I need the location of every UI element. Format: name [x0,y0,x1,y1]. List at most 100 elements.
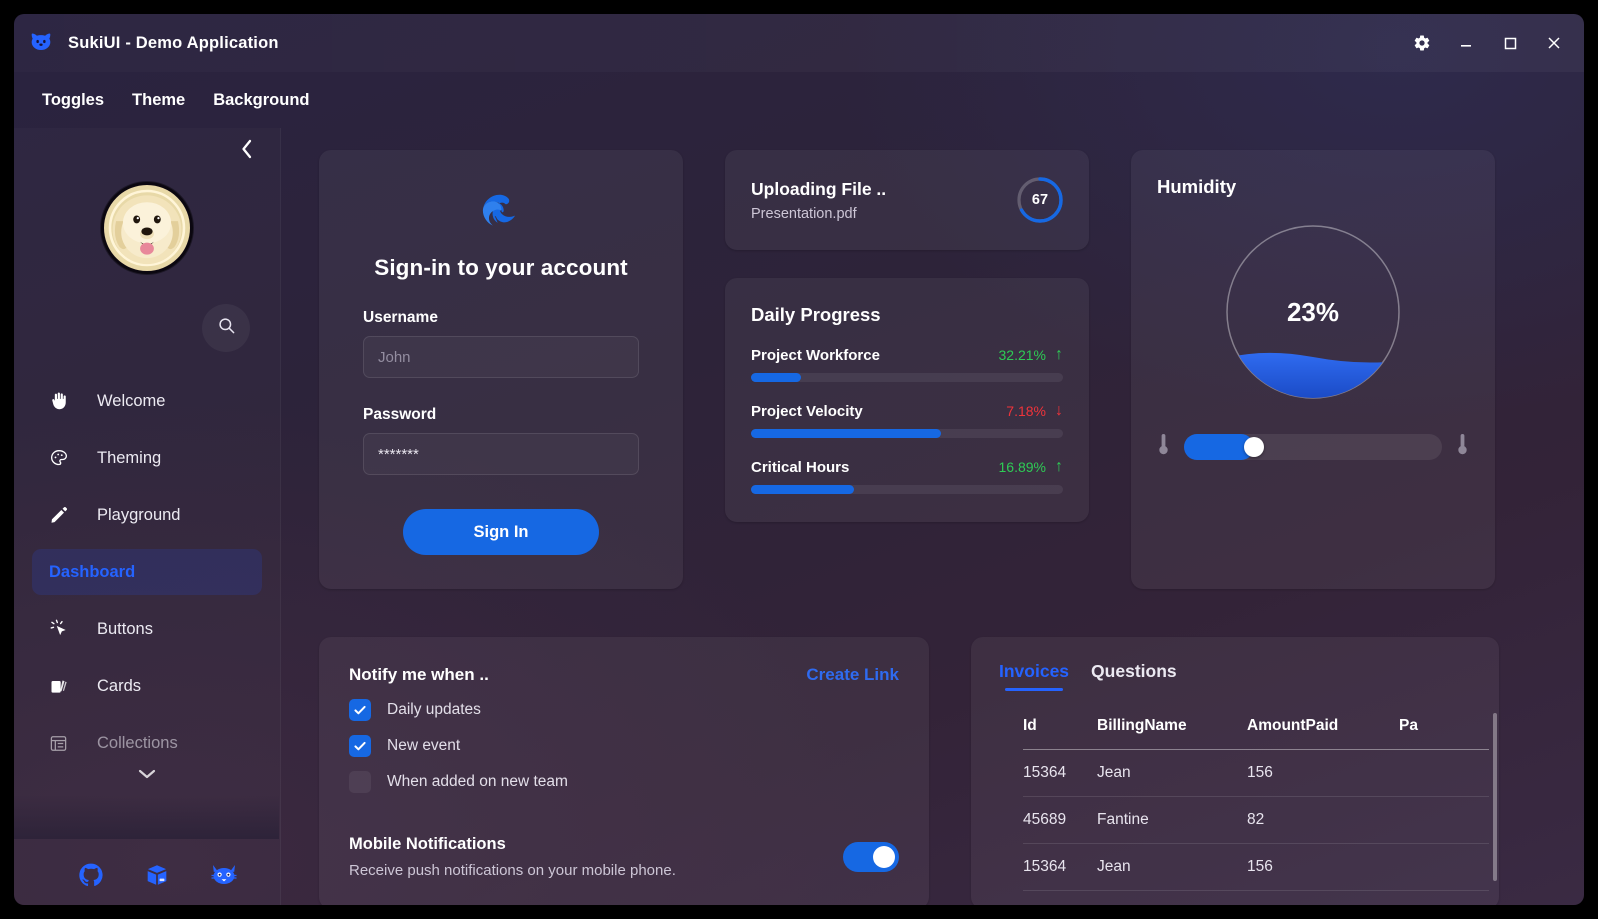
sidebar-item-playground[interactable]: Playground [32,492,262,538]
humidity-value: 23% [1286,296,1340,327]
column-header-id[interactable]: Id [1023,711,1097,750]
sidebar: Welcome Theming Playground Dashboard But… [14,128,281,905]
application-window: SukiUI - Demo Application Toggles Theme … [14,14,1584,905]
checkbox-row[interactable]: When added on new team [349,771,899,793]
waving-hand-icon [49,391,77,411]
password-input[interactable] [363,433,639,475]
upload-card: Uploading File .. Presentation.pdf 67 [725,150,1089,250]
settings-button[interactable] [1402,23,1442,63]
cursor-click-icon [49,619,77,639]
sidebar-social-links [14,862,280,893]
cell-amountpaid: 156 [1247,843,1399,891]
upload-title: Uploading File .. [751,178,887,199]
minimize-icon [1457,34,1475,52]
checkbox-label: Daily updates [387,701,481,718]
window-controls [1402,14,1574,72]
title-bar: SukiUI - Demo Application [14,14,1584,72]
humidity-slider-row [1157,432,1469,461]
progress-item: Project Velocity 7.18% ↓ [751,402,1063,438]
sidebar-item-label: Dashboard [49,562,136,581]
sidebar-fade-overlay [14,795,279,839]
dog-logo-icon [28,30,54,56]
progress-item: Critical Hours 16.89% ↑ [751,458,1063,494]
cell-billingname: Fantine [1097,796,1247,844]
progress-label: Project Velocity [751,402,863,420]
table-row[interactable]: 15364 Jean 156 [1023,843,1489,891]
humidity-gauge: 23% [1225,224,1401,400]
checkbox-row[interactable]: Daily updates [349,699,899,721]
middle-column: Uploading File .. Presentation.pdf 67 Da… [725,150,1089,589]
top-row: Sign-in to your account Username Passwor… [319,150,1560,589]
nuget-box-icon[interactable] [144,862,170,893]
sidebar-item-welcome[interactable]: Welcome [32,378,262,424]
progress-track [751,485,1063,494]
daily-progress-card: Daily Progress Project Workforce 32.21% … [725,278,1089,522]
column-header-paid[interactable]: Pa [1399,711,1489,750]
mobile-notifications-toggle[interactable] [843,842,899,872]
checkbox-new-team[interactable] [349,771,371,793]
sidebar-item-label: Cards [97,676,142,695]
tab-invoices[interactable]: Invoices [999,661,1069,691]
progress-fill [751,429,942,438]
cell-id: 15364 [1023,843,1097,891]
progress-delta: 32.21% [998,347,1046,363]
arrow-up-icon: ↑ [1055,458,1063,475]
checkbox-new-event[interactable] [349,735,371,757]
tab-questions[interactable]: Questions [1091,661,1177,691]
column-header-billingname[interactable]: BillingName [1097,711,1247,750]
cell-paid [1399,843,1489,891]
slider-thumb[interactable] [1243,436,1264,457]
table-row[interactable]: 15364 Jean 156 [1023,749,1489,797]
list-grid-icon [49,734,77,753]
menu-bar: Toggles Theme Background [14,72,1584,128]
sidebar-scroll-down-button[interactable] [32,767,262,785]
sidebar-item-collections[interactable]: Collections [32,720,262,766]
menu-item-theme[interactable]: Theme [118,85,199,116]
close-button[interactable] [1534,23,1574,63]
search-button[interactable] [202,304,250,352]
github-icon[interactable] [78,862,104,893]
progress-label: Project Workforce [751,346,880,364]
maximize-icon [1501,34,1519,52]
username-label: Username [363,309,438,326]
arrow-down-icon: ↓ [1055,402,1063,419]
window-body: Welcome Theming Playground Dashboard But… [14,128,1584,905]
progress-track [751,373,1063,382]
upload-progress-ring: 67 [1015,175,1065,225]
thermometer-icon [1157,432,1170,461]
checkbox-label: New event [387,737,461,754]
sidebar-item-label: Theming [97,448,162,467]
progress-delta: 16.89% [998,459,1046,475]
checkbox-daily-updates[interactable] [349,699,371,721]
sidebar-item-buttons[interactable]: Buttons [32,606,262,652]
cell-amountpaid: 82 [1247,796,1399,844]
progress-label: Critical Hours [751,458,850,476]
humidity-slider[interactable] [1184,433,1442,460]
pencil-icon [49,505,77,525]
main-content: Sign-in to your account Username Passwor… [281,128,1584,905]
menu-item-background[interactable]: Background [199,85,323,116]
cell-paid [1399,749,1489,797]
create-link-button[interactable]: Create Link [806,665,899,685]
cell-id: 45689 [1023,796,1097,844]
table-scrollbar[interactable] [1493,713,1497,881]
checkbox-row[interactable]: New event [349,735,899,757]
window-title: SukiUI - Demo Application [68,33,279,52]
menu-item-toggles[interactable]: Toggles [28,85,118,116]
mobile-notifications-title: Mobile Notifications [349,835,506,853]
username-input[interactable] [363,336,639,378]
gitea-cat-icon[interactable] [210,862,238,893]
sidebar-item-theming[interactable]: Theming [32,435,262,481]
minimize-button[interactable] [1446,23,1486,63]
sidebar-collapse-button[interactable] [230,134,264,168]
sidebar-item-dashboard[interactable]: Dashboard [32,549,262,595]
cell-billingname: Jean [1097,843,1247,891]
table-row[interactable]: 45689 Fantine 82 [1023,796,1489,844]
signin-button[interactable]: Sign In [403,509,599,555]
column-header-amountpaid[interactable]: AmountPaid [1247,711,1399,750]
maximize-button[interactable] [1490,23,1530,63]
sidebar-nav: Welcome Theming Playground Dashboard But… [14,378,280,785]
invoices-table-wrap: Id BillingName AmountPaid Pa 15364 Jean [999,711,1499,891]
humidity-card: Humidity 23% [1131,150,1495,589]
sidebar-item-cards[interactable]: Cards [32,663,262,709]
